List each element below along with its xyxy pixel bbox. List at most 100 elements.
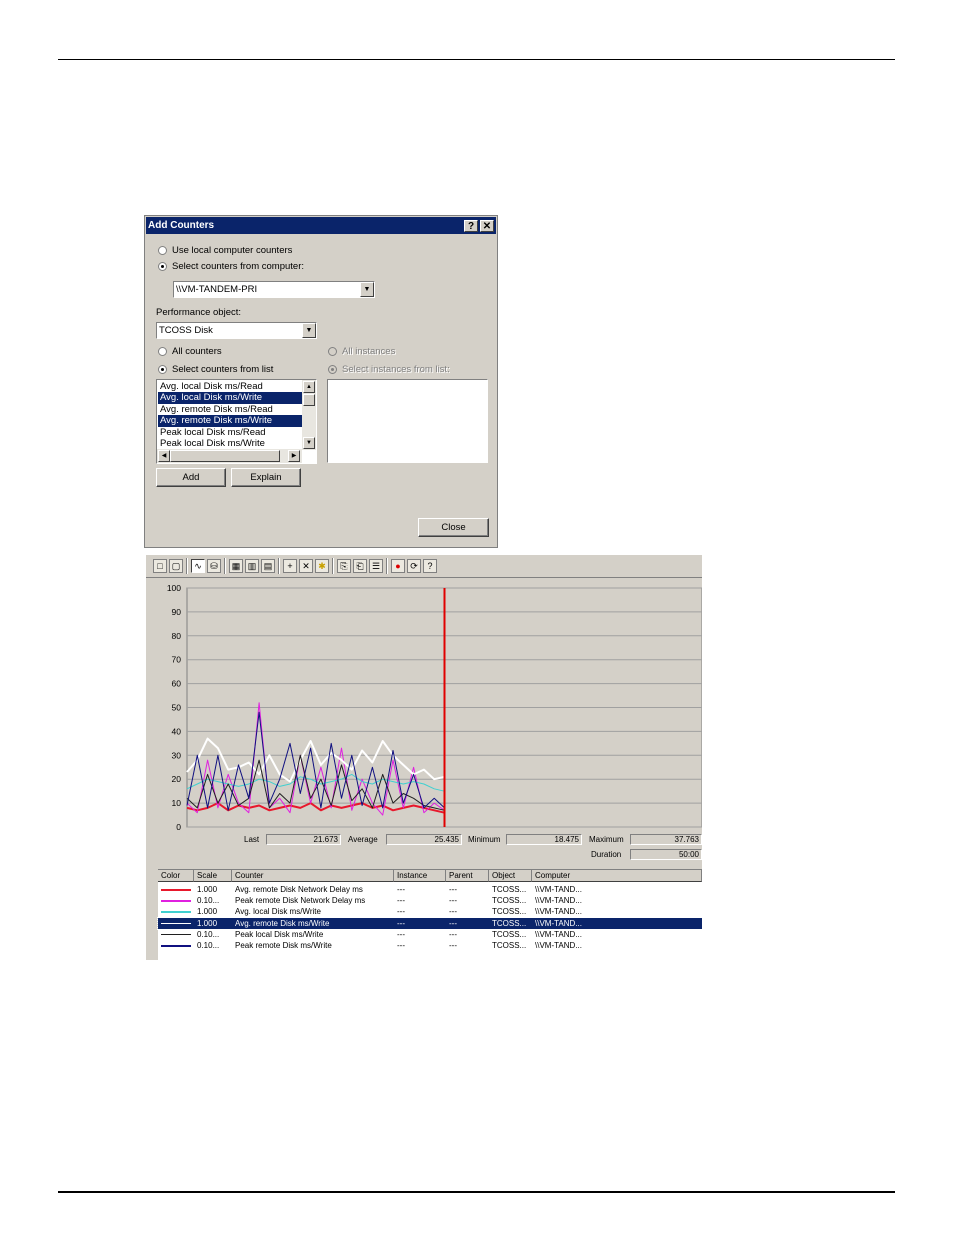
minimum-label: Minimum [468,835,501,844]
table-cell-computer: \\VM-TAND... [535,918,582,928]
counter-list-item[interactable]: Avg. local Disk ms/Read [158,381,302,392]
horizontal-scrollbar[interactable]: ◀ ▶ [157,449,302,463]
table-cell-scale: 1.000 [197,907,218,917]
help-button[interactable]: ? [464,220,478,232]
color-swatch [161,922,191,925]
instances-list[interactable] [327,379,488,463]
dialog-close-button[interactable]: ✕ [480,220,494,232]
y-tick-label: 80 [172,631,182,641]
table-cell-object: TCOSS... [492,885,527,894]
y-tick-label: 10 [172,798,182,808]
toolbar-separator [278,558,280,574]
column-header[interactable]: Counter [232,870,394,882]
help-icon[interactable]: ? [423,559,437,573]
counters-list[interactable]: Avg. local Disk ms/Read Avg. local Disk m… [156,379,317,464]
counter-list-item[interactable]: Peak local Disk ms/Write [158,438,302,449]
view-graph-icon[interactable]: ▦ [229,559,243,573]
chevron-down-icon[interactable]: ▼ [302,323,316,338]
add-counter-icon[interactable]: + [283,559,297,573]
scroll-thumb[interactable] [303,394,315,406]
column-header[interactable]: Color [158,870,194,882]
counter-legend-table[interactable]: Color Scale Counter Instance Parent Object Com… [157,869,702,960]
table-row[interactable]: 1.000 Avg. remote Disk Network Delay ms --… [158,884,702,895]
color-swatch [161,933,191,936]
y-tick-label: 40 [172,726,182,736]
all-instances-radio[interactable] [328,347,337,356]
all-counters-label: All counters [172,346,222,357]
counter-list-item[interactable]: Avg. remote Disk ms/Read [158,404,302,415]
color-swatch [161,900,191,902]
view-report-icon[interactable]: ▤ [261,559,275,573]
counter-list-item[interactable]: Avg. local Disk ms/Write [158,392,302,404]
toolbar-separator [332,558,334,574]
table-cell-instance: --- [397,941,405,950]
table-cell-instance: --- [397,918,405,928]
table-cell-object: TCOSS... [492,941,527,950]
column-header[interactable]: Instance [394,870,446,882]
copy-properties-icon[interactable]: ⎘ [337,559,351,573]
table-row[interactable]: 1.000 Avg. local Disk ms/Write --- --- TCOSS… [158,906,702,917]
header-rule [58,59,895,60]
view-current-activity-icon[interactable]: ∿ [191,559,205,573]
table-cell-counter: Avg. local Disk ms/Write [235,907,321,917]
properties-icon[interactable]: ☰ [369,559,383,573]
average-value: 25.435 [386,834,462,845]
table-cell-object: TCOSS... [492,907,527,917]
freeze-display-icon[interactable]: ● [391,559,405,573]
table-row[interactable]: 0.10... Peak local Disk ms/Write --- --- TCO… [158,929,702,940]
select-counters-radio[interactable] [158,365,167,374]
table-cell-counter: Peak local Disk ms/Write [235,929,324,939]
scroll-down-icon[interactable]: ▼ [303,437,315,449]
scroll-left-icon[interactable]: ◀ [158,450,170,462]
color-swatch [161,911,191,913]
last-value: 21.673 [266,834,341,845]
delete-counter-icon[interactable]: ✕ [299,559,313,573]
table-cell-computer: \\VM-TAND... [535,941,582,950]
column-header[interactable]: Object [489,870,532,882]
scroll-thumb-horizontal[interactable] [170,450,280,462]
new-counter-set-icon[interactable]: □ [153,559,167,573]
update-data-icon[interactable]: ⟳ [407,559,421,573]
view-log-data-icon[interactable]: ⛁ [207,559,221,573]
close-button[interactable]: Close [418,518,489,537]
table-row[interactable]: 1.000 Avg. remote Disk ms/Write --- --- TCOS… [157,916,702,930]
select-computer-radio[interactable] [158,262,167,271]
chevron-down-icon[interactable]: ▼ [360,282,374,297]
column-header[interactable]: Scale [194,870,232,882]
table-cell-scale: 0.10... [197,941,220,950]
table-row[interactable]: 0.10... Peak remote Disk Network Delay ms… [158,895,702,906]
scroll-up-icon[interactable]: ▲ [303,381,315,393]
all-instances-label: All instances [342,346,396,357]
explain-button[interactable]: Explain [231,468,301,487]
y-tick-label: 50 [172,703,182,713]
performance-object-combo[interactable]: TCOSS Disk ▼ [156,322,317,339]
column-header[interactable]: Computer [532,870,702,882]
column-header[interactable]: Parent [446,870,489,882]
local-counters-radio[interactable] [158,246,167,255]
table-cell-parent: --- [449,907,457,917]
vertical-scrollbar[interactable]: ▲ ▼ [302,380,316,450]
computer-value: \\VM-TANDEM-PRI [176,284,258,295]
clear-display-icon[interactable]: ▢ [169,559,183,573]
all-counters-radio[interactable] [158,347,167,356]
computer-combo[interactable]: \\VM-TANDEM-PRI ▼ [173,281,375,298]
select-instances-radio[interactable] [328,365,337,374]
table-cell-instance: --- [397,885,405,894]
footer-rule [58,1191,895,1193]
table-cell-scale: 0.10... [197,896,220,906]
table-cell-object: TCOSS... [492,918,527,928]
paste-counter-list-icon[interactable]: ⎗ [353,559,367,573]
table-row[interactable]: 0.10... Peak remote Disk ms/Write --- --- TC… [158,940,702,951]
counter-list-item[interactable]: Avg. remote Disk ms/Write [158,415,302,427]
table-cell-instance: --- [397,929,405,939]
counter-list-item[interactable]: Peak local Disk ms/Read [158,427,302,438]
y-tick-label: 70 [172,655,182,665]
view-histogram-icon[interactable]: ▥ [245,559,259,573]
table-cell-parent: --- [449,941,457,950]
performance-object-value: TCOSS Disk [159,325,213,336]
table-cell-computer: \\VM-TAND... [535,907,582,917]
maximum-label: Maximum [589,835,624,844]
scroll-right-icon[interactable]: ▶ [288,450,300,462]
highlight-icon[interactable]: ✱ [315,559,329,573]
add-button[interactable]: Add [156,468,226,487]
